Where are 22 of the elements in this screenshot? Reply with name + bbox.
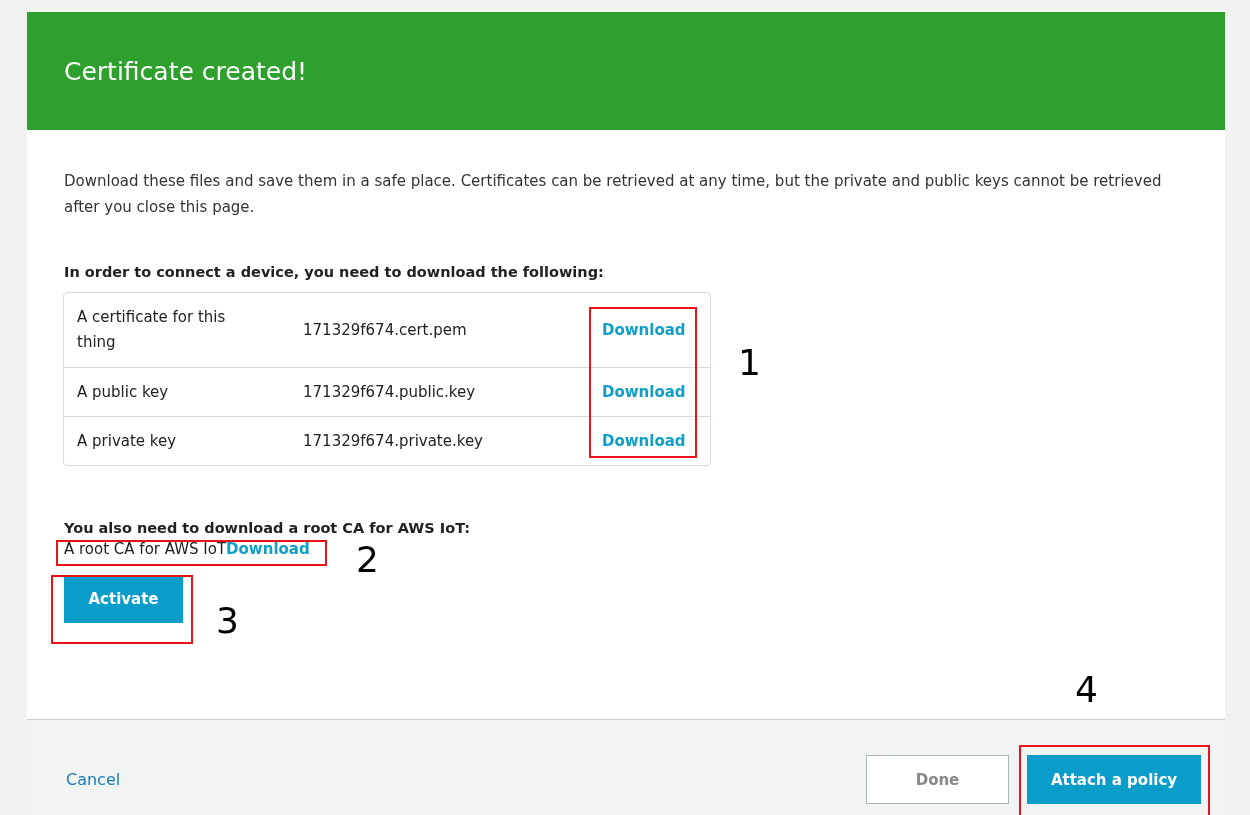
step-number: 4 <box>1075 670 1098 710</box>
file-label: A public key <box>77 381 170 403</box>
download-link[interactable]: Download <box>602 383 710 401</box>
download-link[interactable]: Download <box>602 321 710 339</box>
file-name: 171329f674.private.key <box>303 432 484 450</box>
cancel-link[interactable]: Cancel <box>66 770 121 789</box>
download-link[interactable]: Download <box>602 432 710 450</box>
activate-button[interactable]: Activate <box>64 575 183 623</box>
root-ca-label: A root CA for AWS IoT <box>64 540 227 558</box>
step-number: 1 <box>738 343 761 383</box>
step-number: 2 <box>356 540 379 580</box>
section-heading: You also need to download a root CA for AWS IoT: <box>64 520 472 536</box>
download-link[interactable]: Download <box>226 540 310 558</box>
section-heading: In order to connect a device, you need to download the following: <box>64 264 605 280</box>
file-label: A private key <box>77 430 178 452</box>
intro-text: Download these files and save them in a safe place. Certificates can be retrieved at any time, but the private and public keys cannot be retrieved after you close this page. <box>64 171 1163 218</box>
file-name: 171329f674.cert.pem <box>303 321 468 339</box>
file-name: 171329f674.public.key <box>303 383 477 401</box>
attach-policy-button[interactable]: Attach a policy <box>1027 755 1201 804</box>
page-title: Certificate created! <box>64 56 308 86</box>
file-label: A certificate for this thing <box>77 307 227 353</box>
step-number: 3 <box>216 601 239 641</box>
